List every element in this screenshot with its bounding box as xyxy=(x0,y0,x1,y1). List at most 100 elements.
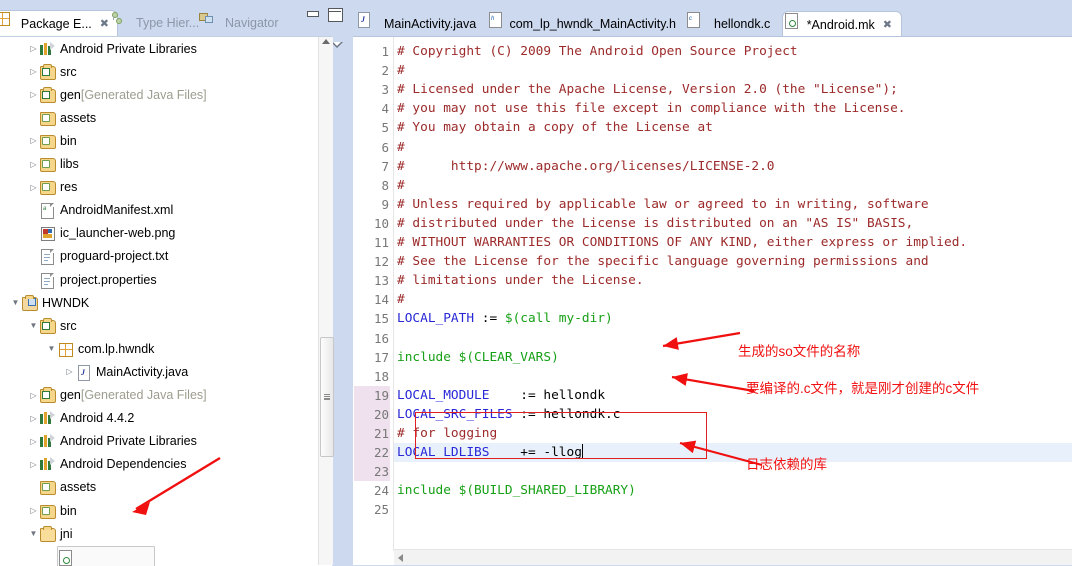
tree-item-label: gen xyxy=(60,87,81,102)
tab-navigator[interactable]: Navigator xyxy=(198,10,287,36)
tree-item-label: MainActivity.java xyxy=(96,364,189,379)
code-line[interactable]: # Copyright (C) 2009 The Android Open So… xyxy=(397,42,798,61)
annotation-arrow-android-mk-icon xyxy=(132,456,221,515)
line-number: 9 xyxy=(381,196,389,212)
code-line[interactable]: # See the License for the specific langu… xyxy=(397,252,929,271)
collapse-arrow-icon[interactable]: ▼ xyxy=(28,321,39,330)
scrollbar-thumb[interactable] xyxy=(320,337,334,457)
code-line[interactable]: include $(BUILD_SHARED_LIBRARY) xyxy=(397,481,636,500)
code-line[interactable]: # xyxy=(397,138,405,157)
tree-item-android-private-libraries[interactable]: ▷ Android Private Libraries xyxy=(0,37,318,60)
line-number: 3 xyxy=(381,82,389,98)
tree-item-mainactivity-java[interactable]: ▷ J MainActivity.java xyxy=(0,360,318,383)
tree-item-assets[interactable]: assets xyxy=(0,106,318,129)
tree-item-label: Android Private Libraries xyxy=(60,41,197,56)
code-line[interactable]: # you may not use this file except in co… xyxy=(397,99,906,118)
code-token: := hellondk xyxy=(489,387,606,403)
tree-item-label: Android 4.4.2 xyxy=(60,411,135,426)
code-token: LOCAL_MODULE xyxy=(397,387,490,403)
tab-package-explorer[interactable]: Package E... ✖ xyxy=(0,10,118,36)
editor-horizontal-scrollbar[interactable] xyxy=(394,549,1072,565)
line-number: 11 xyxy=(373,235,389,250)
expand-arrow-icon[interactable]: ▷ xyxy=(28,506,39,515)
tree-item-libs[interactable]: ▷ libs xyxy=(0,153,318,176)
expand-arrow-icon[interactable]: ▷ xyxy=(28,136,39,145)
editor-tab-hellondkc[interactable]: c hellondk.c xyxy=(685,11,782,37)
expand-arrow-icon[interactable]: ▷ xyxy=(64,367,75,376)
expand-arrow-icon[interactable]: ▷ xyxy=(28,67,39,76)
code-line[interactable]: # xyxy=(397,176,405,195)
library-icon xyxy=(39,41,56,57)
tree-item-src[interactable]: ▼ src xyxy=(0,314,318,337)
tree-item-android-private-libraries[interactable]: ▷ Android Private Libraries xyxy=(0,430,318,453)
tree-item-hwndk[interactable]: ▼ HWNDK xyxy=(0,291,318,314)
code-line[interactable]: # Unless required by applicable law or a… xyxy=(397,195,929,214)
tree-item-label: res xyxy=(60,180,78,195)
maximize-button[interactable] xyxy=(328,8,343,22)
editor-tab-mainactivityjava[interactable]: J MainActivity.java xyxy=(355,11,487,37)
code-token: include xyxy=(397,483,459,499)
close-icon[interactable]: ✖ xyxy=(883,18,892,31)
code-line[interactable]: # WITHOUT WARRANTIES OR CONDITIONS OF AN… xyxy=(397,233,967,252)
editor-tab-com-lp-hwndk-mainactivityh[interactable]: h com_lp_hwndk_MainActivity.h xyxy=(487,11,685,37)
text-file-icon xyxy=(39,272,56,289)
tree-item-res[interactable]: ▷ res xyxy=(0,176,318,199)
code-line[interactable]: # Licensed under the Apache License, Ver… xyxy=(397,80,898,99)
tree-item-com-lp-hwndk[interactable]: ▼ com.lp.hwndk xyxy=(0,337,318,360)
makefile-icon xyxy=(57,549,74,566)
tree-item-ic-launcher-web-png[interactable]: ic_launcher-web.png xyxy=(0,222,318,245)
minimize-button[interactable] xyxy=(306,9,319,21)
code-line[interactable]: # xyxy=(397,290,405,309)
code-token: # You may obtain a copy of the License a… xyxy=(397,120,713,136)
editor-tab-label: hellondk.c xyxy=(714,17,771,31)
expand-arrow-icon[interactable]: ▷ xyxy=(28,460,39,469)
folder-icon xyxy=(39,156,56,173)
tree-item-proguard-project-txt[interactable]: proguard-project.txt xyxy=(0,245,318,268)
tree-item-androidmanifest-xml[interactable]: a AndroidManifest.xml xyxy=(0,199,318,222)
close-icon[interactable]: ✖ xyxy=(100,17,109,30)
code-line[interactable]: # limitations under the License. xyxy=(397,271,644,290)
line-number: 16 xyxy=(373,330,389,346)
scroll-up-arrow-icon[interactable] xyxy=(322,39,330,44)
scroll-left-arrow-icon[interactable] xyxy=(398,554,403,562)
expand-arrow-icon[interactable]: ▷ xyxy=(28,414,39,423)
code-line[interactable]: LOCAL_MODULE := hellondk xyxy=(397,386,605,405)
expand-arrow-icon[interactable]: ▷ xyxy=(28,437,39,446)
code-line[interactable]: # http://www.apache.org/licenses/LICENSE… xyxy=(397,157,775,176)
folder-icon xyxy=(39,503,56,519)
tree-item-jni[interactable]: ▼ jni xyxy=(0,522,318,545)
line-number: 22 xyxy=(354,443,390,463)
tree-item-project-properties[interactable]: project.properties xyxy=(0,268,318,291)
expand-arrow-icon[interactable]: ▷ xyxy=(28,44,39,53)
tree-item-gen[interactable]: ▷ gen [Generated Java Files] xyxy=(0,83,318,106)
editor-code-area[interactable]: # Copyright (C) 2009 The Android Open So… xyxy=(394,37,1072,551)
code-line[interactable]: # distributed under the License is distr… xyxy=(397,214,913,233)
expand-arrow-icon[interactable]: ▷ xyxy=(28,391,39,400)
code-line[interactable]: # You may obtain a copy of the License a… xyxy=(397,118,713,137)
tree-item-label: assets xyxy=(60,480,97,495)
eclipse-workbench: Package E... ✖ Type Hier... Navigator ▷ … xyxy=(0,0,1072,566)
code-line[interactable]: include $(CLEAR_VARS) xyxy=(397,348,559,367)
editor-tab-androidmk[interactable]: *Android.mk ✖ xyxy=(782,11,902,37)
tree-item-src[interactable]: ▷ src xyxy=(0,60,318,83)
tree-item-label: ic_launcher-web.png xyxy=(60,226,176,241)
tab-type-hierarchy[interactable]: Type Hier... xyxy=(110,10,207,36)
folder-icon xyxy=(39,179,56,196)
line-number: 13 xyxy=(373,273,389,289)
expand-arrow-icon[interactable]: ▷ xyxy=(28,160,39,169)
expand-arrow-icon[interactable]: ▷ xyxy=(28,90,39,99)
tree-item-bin[interactable]: ▷ bin xyxy=(0,129,318,152)
tree-item-gen[interactable]: ▷ gen [Generated Java Files] xyxy=(0,384,318,407)
tree-item-label: bin xyxy=(60,503,77,518)
expand-arrow-icon[interactable]: ▷ xyxy=(28,183,39,192)
tree-item-android-4-4-2[interactable]: ▷ Android 4.4.2 xyxy=(0,407,318,430)
code-line[interactable]: # xyxy=(397,61,405,80)
collapse-arrow-icon[interactable]: ▼ xyxy=(46,344,57,353)
tree-vertical-scrollbar[interactable] xyxy=(318,37,334,565)
collapse-arrow-icon[interactable]: ▼ xyxy=(28,529,39,538)
collapse-arrow-icon[interactable]: ▼ xyxy=(10,298,21,307)
annotation-arrow-icon xyxy=(662,331,741,350)
tab-navigator-label: Navigator xyxy=(225,16,279,30)
tree-item-android-mk[interactable]: Android.mk xyxy=(0,545,318,566)
code-line[interactable]: LOCAL_PATH := $(call my-dir) xyxy=(397,309,613,328)
